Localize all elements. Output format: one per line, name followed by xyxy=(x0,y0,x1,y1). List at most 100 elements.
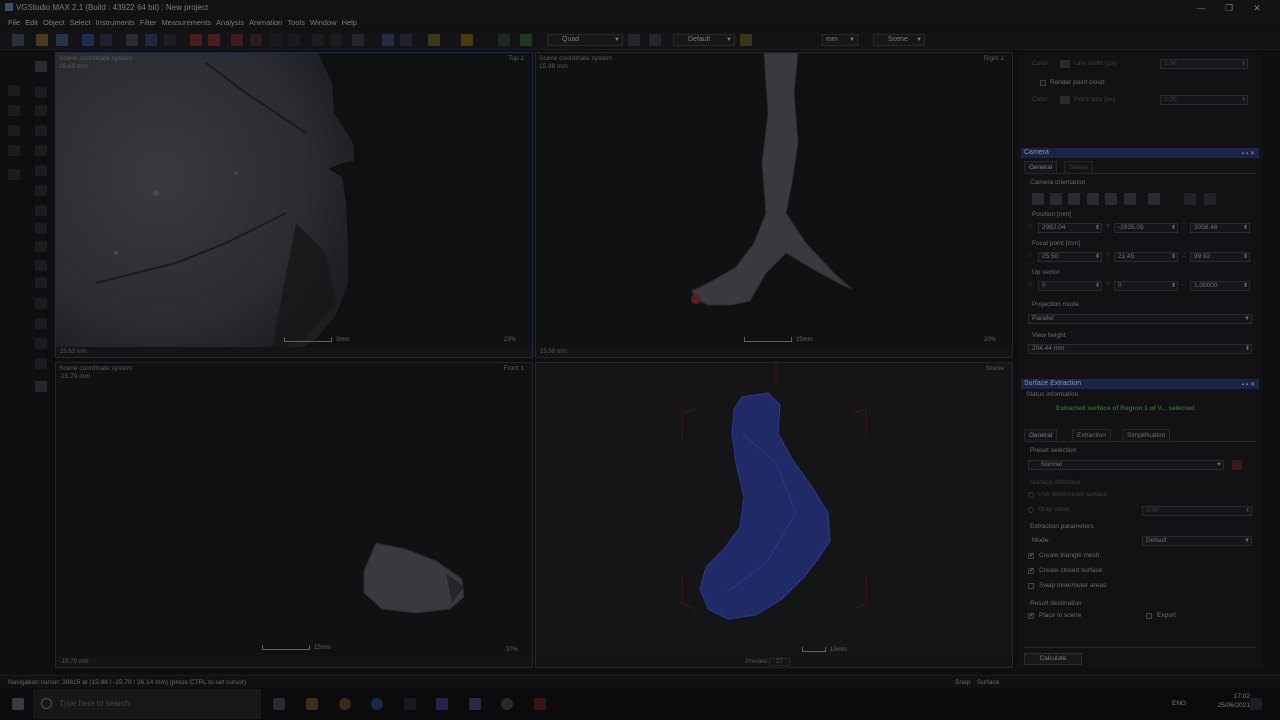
style-select[interactable]: Default ▼ xyxy=(673,34,735,46)
menu-object[interactable]: Object xyxy=(43,16,65,29)
menu-window[interactable]: Window xyxy=(310,16,337,29)
scale-icon[interactable] xyxy=(250,34,262,46)
create-closed-surface-checkbox[interactable]: ✓ xyxy=(1028,568,1034,574)
tool-icon[interactable] xyxy=(35,338,47,349)
paste-icon[interactable] xyxy=(164,34,176,46)
maximize-button[interactable]: ❐ xyxy=(1214,0,1244,16)
tool-icon[interactable] xyxy=(8,125,20,136)
view-back-icon[interactable] xyxy=(1050,193,1062,205)
tool-icon[interactable] xyxy=(330,34,342,46)
tool-icon[interactable] xyxy=(8,105,20,116)
menu-measurements[interactable]: Measurements xyxy=(161,16,211,29)
tool-icon[interactable] xyxy=(35,277,47,288)
fit-icon[interactable] xyxy=(628,34,640,46)
menu-filter[interactable]: Filter xyxy=(140,16,157,29)
select-icon[interactable] xyxy=(382,34,394,46)
unit-select[interactable]: mm ▼ xyxy=(822,34,858,46)
position-z-field[interactable]: 3056.46 ⬍ xyxy=(1190,223,1250,233)
point-size-field[interactable]: 1.00 ⬍ xyxy=(1160,95,1248,105)
projection-mode-select[interactable]: Parallel ▼ xyxy=(1028,314,1252,324)
tool-icon[interactable] xyxy=(35,298,47,309)
tool-icon[interactable] xyxy=(35,318,47,329)
focal-x-field[interactable]: 25.50 ⬍ xyxy=(1038,252,1102,262)
point-color-swatch[interactable] xyxy=(1060,96,1070,104)
preview-value[interactable]: 27 xyxy=(769,658,790,666)
position-y-field[interactable]: -2935.09 ⬍ xyxy=(1114,223,1178,233)
center-icon[interactable] xyxy=(1204,193,1216,205)
menu-file[interactable]: File xyxy=(8,16,20,29)
slice-position-value[interactable]: -15.79 mm xyxy=(60,659,89,665)
copy-icon[interactable] xyxy=(145,34,157,46)
place-in-scene-checkbox[interactable]: ✓ xyxy=(1028,613,1034,619)
layout-select[interactable]: Quad ▼ xyxy=(547,34,623,46)
new-icon[interactable] xyxy=(12,34,24,46)
rotate-icon[interactable] xyxy=(231,34,243,46)
up-y-field[interactable]: 0 ⬍ xyxy=(1114,281,1178,291)
swap-areas-checkbox[interactable] xyxy=(1028,583,1034,589)
object-icon[interactable] xyxy=(461,34,473,46)
viewport-3d-scene[interactable]: Scene 15mm Preview 27 xyxy=(535,362,1013,668)
tool-icon[interactable] xyxy=(35,205,47,216)
pen-icon[interactable] xyxy=(35,87,47,98)
panel-buttons[interactable]: ▪▪✕ xyxy=(1242,149,1257,159)
slice-position-value[interactable]: 15.98 mm xyxy=(540,349,567,355)
view-bottom-icon[interactable] xyxy=(1124,193,1136,205)
camera-panel-header[interactable]: Camera ▪▪✕ xyxy=(1021,148,1259,158)
tool-icon[interactable] xyxy=(312,34,324,46)
histogram-icon[interactable] xyxy=(520,34,532,46)
pointer-icon[interactable] xyxy=(35,61,47,72)
menu-help[interactable]: Help xyxy=(342,16,357,29)
focal-y-field[interactable]: 21.45 ⬍ xyxy=(1114,252,1178,262)
tool-icon[interactable] xyxy=(352,34,364,46)
render-point-cloud-checkbox[interactable] xyxy=(1040,80,1046,86)
surface-extraction-header[interactable]: Surface Extraction ▪▪✕ xyxy=(1021,379,1259,389)
line-color-swatch[interactable] xyxy=(1060,60,1070,68)
light-icon[interactable] xyxy=(740,34,752,46)
tool-icon[interactable] xyxy=(35,165,47,176)
use-determined-radio[interactable] xyxy=(1028,492,1034,498)
scene-select[interactable]: Scene ▼ xyxy=(873,34,925,46)
tool-icon[interactable] xyxy=(35,358,47,369)
tool-icon[interactable] xyxy=(35,185,47,196)
app-icon[interactable] xyxy=(404,698,416,710)
viewport-right[interactable]: Scene coordinate system 15.98 mm Right 1 … xyxy=(535,52,1013,358)
up-z-field[interactable]: 1.00000 ⬍ xyxy=(1190,281,1250,291)
menu-analysis[interactable]: Analysis xyxy=(216,16,244,29)
gray-value-field[interactable]: 0.00 ⬍ xyxy=(1142,506,1252,516)
menu-tools[interactable]: Tools xyxy=(287,16,305,29)
taskbar-search-box[interactable]: Type here to search xyxy=(33,689,261,719)
view-left-icon[interactable] xyxy=(1068,193,1080,205)
menu-edit[interactable]: Edit xyxy=(25,16,38,29)
vgstudio-icon[interactable] xyxy=(534,698,546,710)
chart-icon[interactable] xyxy=(498,34,510,46)
tool-icon[interactable] xyxy=(8,169,20,180)
menu-instruments[interactable]: Instruments xyxy=(96,16,135,29)
tab-surface-extraction[interactable]: Extraction xyxy=(1072,429,1111,441)
app-icon[interactable] xyxy=(469,698,481,710)
move-icon[interactable] xyxy=(208,34,220,46)
zoom-fit-icon[interactable] xyxy=(1184,193,1196,205)
tool-icon[interactable] xyxy=(35,125,47,136)
taskbar-clock[interactable]: 17:02 25/06/2021 xyxy=(1217,692,1250,710)
tool-icon[interactable] xyxy=(35,223,47,234)
measure-icon[interactable] xyxy=(400,34,412,46)
create-triangle-mesh-checkbox[interactable]: ✓ xyxy=(1028,553,1034,559)
minimize-button[interactable]: — xyxy=(1186,0,1216,16)
calculate-button[interactable]: Calculate xyxy=(1024,653,1082,665)
tool-icon[interactable] xyxy=(35,260,47,271)
chrome-icon[interactable] xyxy=(339,698,351,710)
viewport-top[interactable]: Scene coordinate system 25.63 mm Top 1 2m… xyxy=(55,52,533,358)
export-checkbox[interactable] xyxy=(1146,613,1152,619)
open-icon[interactable] xyxy=(36,34,48,46)
redo-icon[interactable] xyxy=(100,34,112,46)
tool-icon[interactable] xyxy=(35,145,47,156)
view-top-icon[interactable] xyxy=(1105,193,1117,205)
notification-icon[interactable] xyxy=(1250,698,1262,710)
transform-icon[interactable] xyxy=(190,34,202,46)
tab-surface-simplification[interactable]: Simplification xyxy=(1122,429,1171,441)
tool-icon[interactable] xyxy=(8,85,20,96)
view-iso-icon[interactable] xyxy=(1148,193,1160,205)
focal-z-field[interactable]: 99.92 ⬍ xyxy=(1190,252,1250,262)
tab-surface-general[interactable]: General xyxy=(1024,429,1058,441)
preset-select[interactable]: Normal ▼ xyxy=(1028,460,1224,470)
